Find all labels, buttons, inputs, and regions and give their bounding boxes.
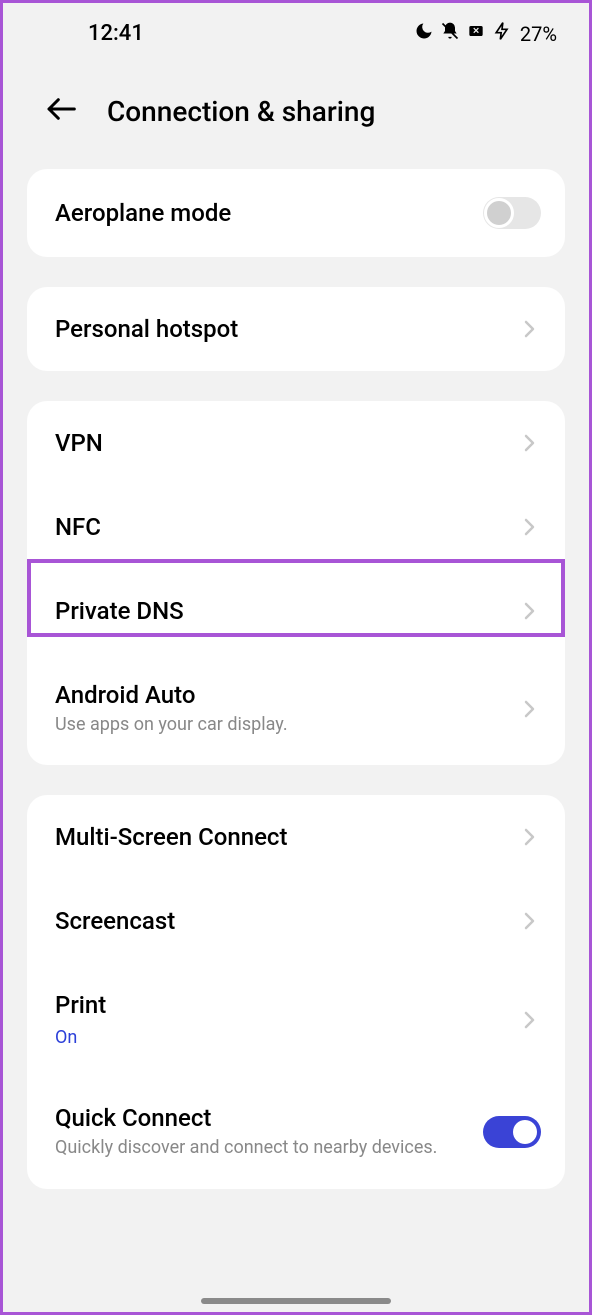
row-label: VPN <box>55 429 517 457</box>
row-sublabel: Quickly discover and connect to nearby d… <box>55 1136 483 1160</box>
back-arrow-icon[interactable] <box>45 93 77 129</box>
row-aeroplane-mode[interactable]: Aeroplane mode <box>27 169 565 257</box>
settings-content: Aeroplane mode Personal hotspot VPN NFC … <box>3 169 589 1189</box>
chevron-right-icon <box>517 515 541 539</box>
dnd-moon-icon <box>414 21 434 46</box>
chevron-right-icon <box>517 697 541 721</box>
row-vpn[interactable]: VPN <box>27 401 565 485</box>
chevron-right-icon <box>517 317 541 341</box>
row-screencast[interactable]: Screencast <box>27 879 565 963</box>
chevron-right-icon <box>517 825 541 849</box>
chevron-right-icon <box>517 599 541 623</box>
status-time: 12:41 <box>88 21 144 46</box>
quick-connect-toggle[interactable] <box>483 1116 541 1148</box>
chevron-right-icon <box>517 431 541 455</box>
lightning-charging-icon <box>492 21 512 46</box>
row-label: Personal hotspot <box>55 315 517 343</box>
settings-group: Aeroplane mode <box>27 169 565 257</box>
row-personal-hotspot[interactable]: Personal hotspot <box>27 287 565 371</box>
row-label: Android Auto <box>55 681 517 709</box>
row-quick-connect[interactable]: Quick Connect Quickly discover and conne… <box>27 1076 565 1188</box>
row-nfc[interactable]: NFC <box>27 485 565 569</box>
row-label: NFC <box>55 513 517 541</box>
header: Connection & sharing <box>3 58 589 169</box>
page-title: Connection & sharing <box>107 95 375 128</box>
aeroplane-toggle[interactable] <box>483 197 541 229</box>
row-label: Screencast <box>55 907 517 935</box>
battery-saver-icon: ✕ <box>466 21 486 46</box>
row-label: Multi-Screen Connect <box>55 823 517 851</box>
battery-percentage: 27% <box>520 22 557 46</box>
navigation-handle[interactable] <box>201 1298 391 1304</box>
mute-bell-icon <box>440 21 460 46</box>
row-print[interactable]: Print On <box>27 963 565 1076</box>
settings-group: VPN NFC Private DNS Android Auto Use app… <box>27 401 565 765</box>
status-icons: ✕ 27% <box>414 21 557 46</box>
row-label: Quick Connect <box>55 1104 483 1132</box>
status-bar: 12:41 ✕ 27% <box>3 3 589 58</box>
row-android-auto[interactable]: Android Auto Use apps on your car displa… <box>27 653 565 765</box>
row-label: Private DNS <box>55 597 517 625</box>
row-private-dns[interactable]: Private DNS <box>27 569 565 653</box>
settings-group: Multi-Screen Connect Screencast Print On… <box>27 795 565 1188</box>
chevron-right-icon <box>517 1008 541 1032</box>
row-label: Aeroplane mode <box>55 199 483 227</box>
settings-group: Personal hotspot <box>27 287 565 371</box>
row-sublabel: Use apps on your car display. <box>55 713 517 737</box>
row-status: On <box>55 1027 517 1048</box>
chevron-right-icon <box>517 909 541 933</box>
svg-text:✕: ✕ <box>472 27 479 37</box>
row-multi-screen-connect[interactable]: Multi-Screen Connect <box>27 795 565 879</box>
row-label: Print <box>55 991 517 1019</box>
